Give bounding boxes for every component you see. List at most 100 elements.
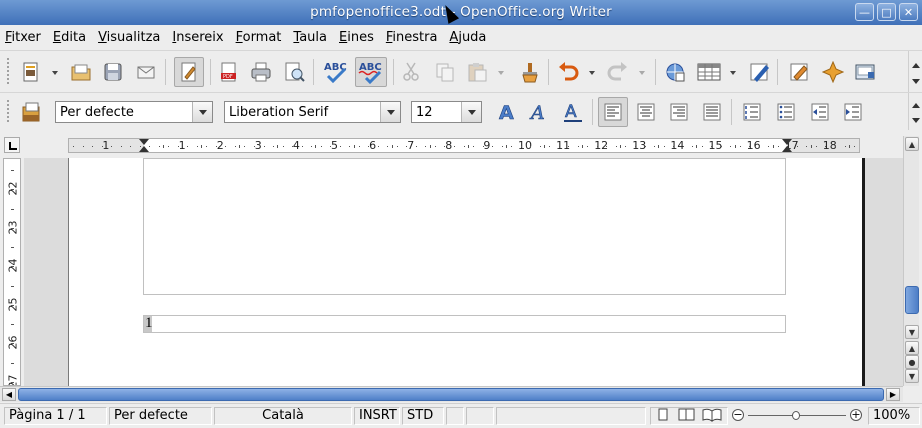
font-name-select[interactable]: Liberation Serif [224,101,401,123]
menu-taula[interactable]: Taula [293,30,327,45]
chevron-down-icon[interactable] [380,102,400,122]
print-icon[interactable] [248,59,274,85]
chevron-down-icon[interactable] [730,71,736,75]
clone-formatting-icon[interactable] [516,59,542,85]
zoom-slider[interactable]: − + [732,408,862,424]
page-indicator[interactable]: Pàgina 1 / 1 [4,407,107,425]
toolbar-grip[interactable] [6,57,10,86]
scroll-right-icon[interactable]: ▶ [886,388,900,401]
menu-ajuda[interactable]: Ajuda [449,30,486,45]
horizontal-scrollbar[interactable]: ◀ ▶ [0,386,903,402]
bold-icon[interactable]: A [494,99,520,125]
menu-insereix[interactable]: Insereix [172,30,223,45]
chevron-down-icon[interactable] [192,102,212,122]
scroll-thumb[interactable] [18,388,884,401]
selection-mode-indicator[interactable]: STD [402,407,444,425]
save-icon[interactable] [100,59,126,85]
menu-edita[interactable]: Edita [53,30,86,45]
chevron-down-icon[interactable] [52,71,58,75]
undo-icon[interactable] [555,59,581,85]
styles-formatting-icon[interactable] [18,99,44,125]
data-sources-icon[interactable] [852,59,878,85]
svg-text:A: A [529,102,545,123]
paragraph-style-value: Per defecte [60,104,134,120]
ruler-label: 1 [178,139,186,152]
table-icon[interactable] [694,59,724,85]
menu-finestra[interactable]: Finestra [386,30,438,45]
chevron-down-icon[interactable] [461,102,481,122]
right-indent-marker[interactable] [782,139,792,145]
chevron-down-icon[interactable] [639,71,645,75]
zoom-in-icon[interactable]: + [850,409,862,421]
navigation-icon[interactable]: ● [905,355,919,369]
zoom-out-icon[interactable]: − [732,409,744,421]
text-boundary [143,158,786,295]
zoom-slider-knob[interactable] [792,411,800,420]
paste-icon[interactable] [464,59,490,85]
edit-file-icon[interactable] [174,57,204,87]
left-indent-marker[interactable] [139,139,149,145]
footer-page-number[interactable]: 1 [145,315,153,332]
cut-icon[interactable] [398,59,424,85]
ruler-label: 2 [216,139,224,152]
menu-fitxer[interactable]: Fitxer [5,30,41,45]
scroll-left-icon[interactable]: ◀ [2,388,16,401]
chevron-down-icon[interactable] [498,71,504,75]
redo-icon[interactable] [605,59,631,85]
close-icon[interactable]: ✕ [899,3,918,21]
underline-icon[interactable]: A [560,99,586,125]
digital-signature-indicator[interactable] [466,407,494,425]
zoom-level[interactable]: 100% [868,407,920,425]
insert-mode-indicator[interactable]: INSRT [354,407,400,425]
horizontal-ruler[interactable]: 1 1 2 3 4 5 6 7 8 9 10 11 12 13 14 15 16 17 18 [68,138,860,153]
menu-format[interactable]: Format [236,30,282,45]
spellcheck-icon[interactable]: ABC [321,59,351,85]
italic-icon[interactable]: A [527,99,553,125]
tab-stop-selector[interactable] [4,137,20,153]
open-icon[interactable] [68,59,94,85]
toolbar-overflow[interactable] [908,51,922,92]
vertical-scrollbar[interactable]: ▲ ▼ ▲ ● ▼ [903,136,919,386]
previous-page-icon[interactable]: ▲ [905,341,919,355]
align-center-icon[interactable] [633,99,659,125]
paragraph-style-select[interactable]: Per defecte [55,101,213,123]
email-icon[interactable] [133,59,159,85]
language-indicator[interactable]: Català [214,407,352,425]
page-style-indicator[interactable]: Per defecte [109,407,212,425]
svg-text:PDF: PDF [223,74,233,80]
draw-functions-icon[interactable] [746,59,772,85]
increase-indent-icon[interactable] [840,99,866,125]
toolbar-overflow[interactable] [908,93,922,130]
scroll-down-icon[interactable]: ▼ [905,325,919,339]
new-document-icon[interactable] [18,59,44,85]
scroll-thumb[interactable] [905,286,919,314]
numbering-icon[interactable] [739,99,765,125]
minimize-icon[interactable]: — [855,3,874,21]
footer-boundary[interactable] [143,315,786,333]
font-size-select[interactable]: 12 [411,101,482,123]
hyperlink-icon[interactable] [662,59,688,85]
chevron-down-icon[interactable] [589,71,595,75]
page-preview-icon[interactable] [281,59,307,85]
ruler-label: 6 [369,139,377,152]
decrease-indent-icon[interactable] [807,99,833,125]
toolbar-grip[interactable] [6,99,10,124]
menu-visualitza[interactable]: Visualitza [98,30,160,45]
align-left-icon[interactable] [598,97,628,127]
maximize-icon[interactable]: □ [877,3,896,21]
menu-eines[interactable]: Eines [339,30,374,45]
document-area[interactable] [24,158,903,386]
document-modified-indicator[interactable] [446,407,464,425]
copy-icon[interactable] [432,59,458,85]
vertical-ruler[interactable]: 222324252627 [3,158,21,386]
scroll-up-icon[interactable]: ▲ [905,137,919,151]
gallery-icon[interactable] [820,59,846,85]
autospellcheck-icon[interactable]: ABC [355,57,387,87]
export-pdf-icon[interactable]: PDF [216,59,242,85]
next-page-icon[interactable]: ▼ [905,369,919,383]
svg-text:A: A [499,102,514,123]
justify-icon[interactable] [699,99,725,125]
navigator-icon[interactable] [786,59,812,85]
align-right-icon[interactable] [666,99,692,125]
bullets-icon[interactable] [773,99,799,125]
